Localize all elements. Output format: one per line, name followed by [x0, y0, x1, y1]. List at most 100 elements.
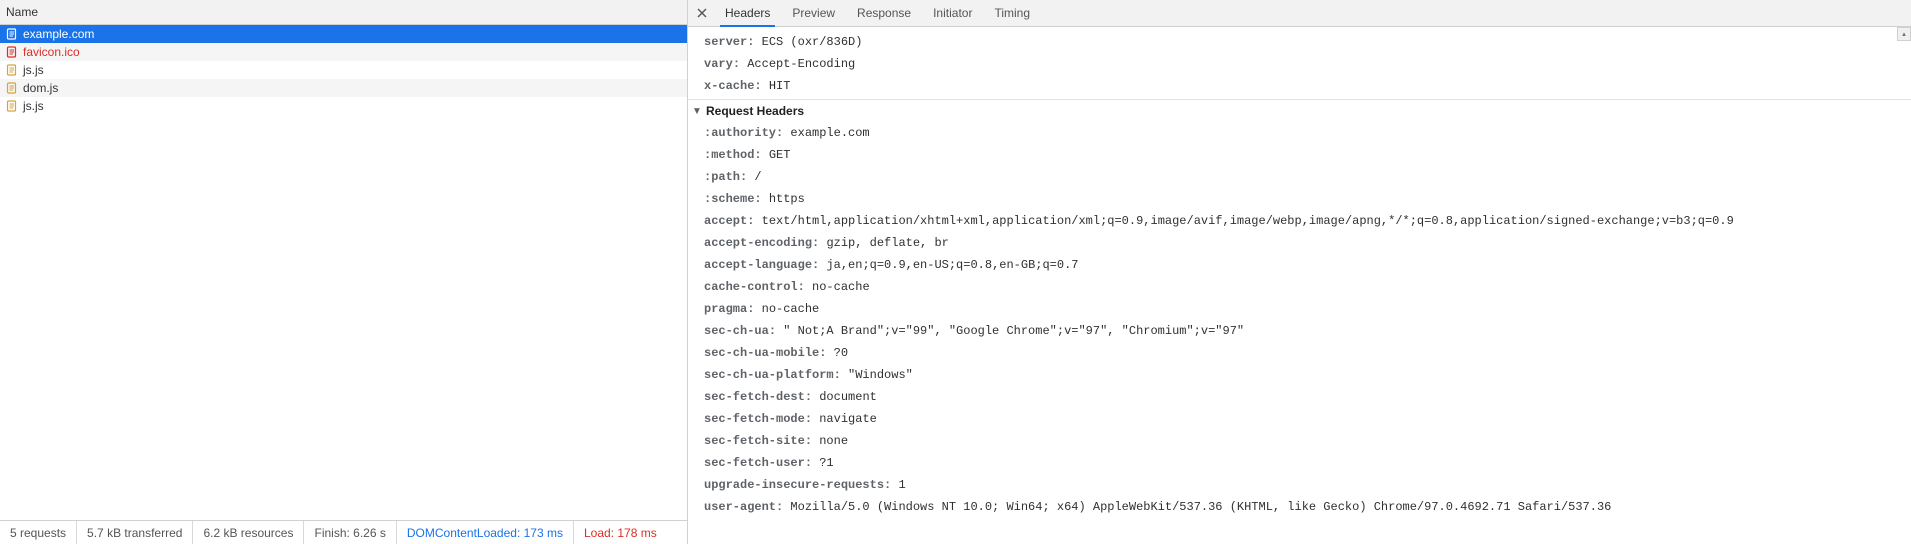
header-value: Mozilla/5.0 (Windows NT 10.0; Win64; x64…: [790, 500, 1611, 514]
close-detail-button[interactable]: [692, 3, 712, 23]
tab-initiator[interactable]: Initiator: [922, 0, 983, 27]
header-name: :authority: [704, 126, 790, 140]
header-line: accepttext/html,application/xhtml+xml,ap…: [688, 210, 1911, 232]
header-name: server: [704, 35, 762, 49]
header-line: :methodGET: [688, 144, 1911, 166]
disclosure-triangle-icon: ▼: [692, 106, 702, 117]
header-value: gzip, deflate, br: [826, 236, 948, 250]
column-header-name[interactable]: Name: [0, 0, 687, 25]
header-name: sec-fetch-user: [704, 456, 819, 470]
request-name: favicon.ico: [23, 45, 80, 59]
header-value: 1: [898, 478, 905, 492]
header-value: none: [819, 434, 848, 448]
request-headers-title: Request Headers: [706, 104, 804, 118]
detail-tabs: HeadersPreviewResponseInitiatorTiming: [688, 0, 1911, 27]
status-load-value: 178 ms: [617, 526, 656, 540]
request-row[interactable]: js.js: [0, 61, 687, 79]
status-finish-value: 6.26 s: [353, 526, 386, 540]
header-line: sec-ch-ua" Not;A Brand";v="99", "Google …: [688, 320, 1911, 342]
request-row[interactable]: favicon.ico: [0, 43, 687, 61]
request-name: js.js: [23, 63, 44, 77]
header-value: ECS (oxr/836D): [762, 35, 863, 49]
status-bar: 5 requests 5.7 kB transferred 6.2 kB res…: [0, 520, 687, 544]
header-line: pragmano-cache: [688, 298, 1911, 320]
header-line: :schemehttps: [688, 188, 1911, 210]
script-file-icon: [6, 100, 18, 112]
header-name: :scheme: [704, 192, 769, 206]
request-name: js.js: [23, 99, 44, 113]
header-value: document: [819, 390, 877, 404]
header-value: no-cache: [812, 280, 870, 294]
header-value: " Not;A Brand";v="99", "Google Chrome";v…: [783, 324, 1244, 338]
header-name: x-cache: [704, 79, 769, 93]
header-name: pragma: [704, 302, 762, 316]
request-headers-section[interactable]: ▼ Request Headers: [688, 99, 1911, 122]
header-name: sec-fetch-site: [704, 434, 819, 448]
header-name: user-agent: [704, 500, 790, 514]
request-list[interactable]: example.com favicon.ico js.js dom.js js.js: [0, 25, 687, 520]
header-name: sec-ch-ua-platform: [704, 368, 848, 382]
status-load: Load: 178 ms: [574, 521, 667, 544]
header-line: :path/: [688, 166, 1911, 188]
header-value: navigate: [819, 412, 877, 426]
header-name: sec-ch-ua: [704, 324, 783, 338]
status-load-label: Load:: [584, 526, 614, 540]
scroll-up-arrow-icon[interactable]: ▴: [1897, 27, 1911, 41]
status-dcl-value: 173 ms: [524, 526, 563, 540]
header-line: sec-ch-ua-mobile?0: [688, 342, 1911, 364]
header-line: upgrade-insecure-requests1: [688, 474, 1911, 496]
header-line: sec-fetch-sitenone: [688, 430, 1911, 452]
header-line: cache-controlno-cache: [688, 276, 1911, 298]
request-name: dom.js: [23, 81, 58, 95]
status-dcl-label: DOMContentLoaded:: [407, 526, 520, 540]
header-name: upgrade-insecure-requests: [704, 478, 898, 492]
header-name: cache-control: [704, 280, 812, 294]
header-name: sec-fetch-mode: [704, 412, 819, 426]
document-file-icon: [6, 28, 18, 40]
request-name: example.com: [23, 27, 94, 41]
header-value: HIT: [769, 79, 791, 93]
other-file-icon: [6, 46, 18, 58]
header-line: user-agentMozilla/5.0 (Windows NT 10.0; …: [688, 496, 1911, 518]
header-line: x-cacheHIT: [688, 75, 1911, 97]
request-row[interactable]: dom.js: [0, 79, 687, 97]
header-value: https: [769, 192, 805, 206]
request-row[interactable]: example.com: [0, 25, 687, 43]
header-value: /: [754, 170, 761, 184]
header-name: sec-fetch-dest: [704, 390, 819, 404]
status-requests: 5 requests: [0, 521, 77, 544]
header-value: example.com: [790, 126, 869, 140]
tab-headers[interactable]: Headers: [714, 0, 781, 27]
header-name: accept: [704, 214, 762, 228]
tab-response[interactable]: Response: [846, 0, 922, 27]
header-value: ja,en;q=0.9,en-US;q=0.8,en-GB;q=0.7: [826, 258, 1078, 272]
header-line: sec-ch-ua-platform"Windows": [688, 364, 1911, 386]
header-line: sec-fetch-destdocument: [688, 386, 1911, 408]
header-line: accept-encodinggzip, deflate, br: [688, 232, 1911, 254]
header-value: "Windows": [848, 368, 913, 382]
status-finish-label: Finish:: [314, 526, 349, 540]
status-domcontentloaded: DOMContentLoaded: 173 ms: [397, 521, 574, 544]
header-name: sec-ch-ua-mobile: [704, 346, 834, 360]
header-value: ?0: [834, 346, 848, 360]
status-transferred: 5.7 kB transferred: [77, 521, 193, 544]
header-line: :authorityexample.com: [688, 122, 1911, 144]
tab-preview[interactable]: Preview: [781, 0, 846, 27]
header-name: vary: [704, 57, 747, 71]
header-value: Accept-Encoding: [747, 57, 855, 71]
header-line: serverECS (oxr/836D): [688, 31, 1911, 53]
header-line: sec-fetch-modenavigate: [688, 408, 1911, 430]
tab-timing[interactable]: Timing: [983, 0, 1041, 27]
header-value: ?1: [819, 456, 833, 470]
headers-panel-body[interactable]: serverECS (oxr/836D) varyAccept-Encoding x…: [688, 27, 1911, 544]
request-detail-pane: HeadersPreviewResponseInitiatorTiming ▴ …: [688, 0, 1911, 544]
header-name: :path: [704, 170, 754, 184]
header-name: accept-encoding: [704, 236, 826, 250]
header-line: accept-languageja,en;q=0.9,en-US;q=0.8,e…: [688, 254, 1911, 276]
request-row[interactable]: js.js: [0, 97, 687, 115]
header-name: accept-language: [704, 258, 826, 272]
devtools-network-panel: Name example.com favicon.ico js.js dom.js js…: [0, 0, 1911, 544]
header-value: GET: [769, 148, 791, 162]
request-list-pane: Name example.com favicon.ico js.js dom.js js…: [0, 0, 688, 544]
header-name: :method: [704, 148, 769, 162]
